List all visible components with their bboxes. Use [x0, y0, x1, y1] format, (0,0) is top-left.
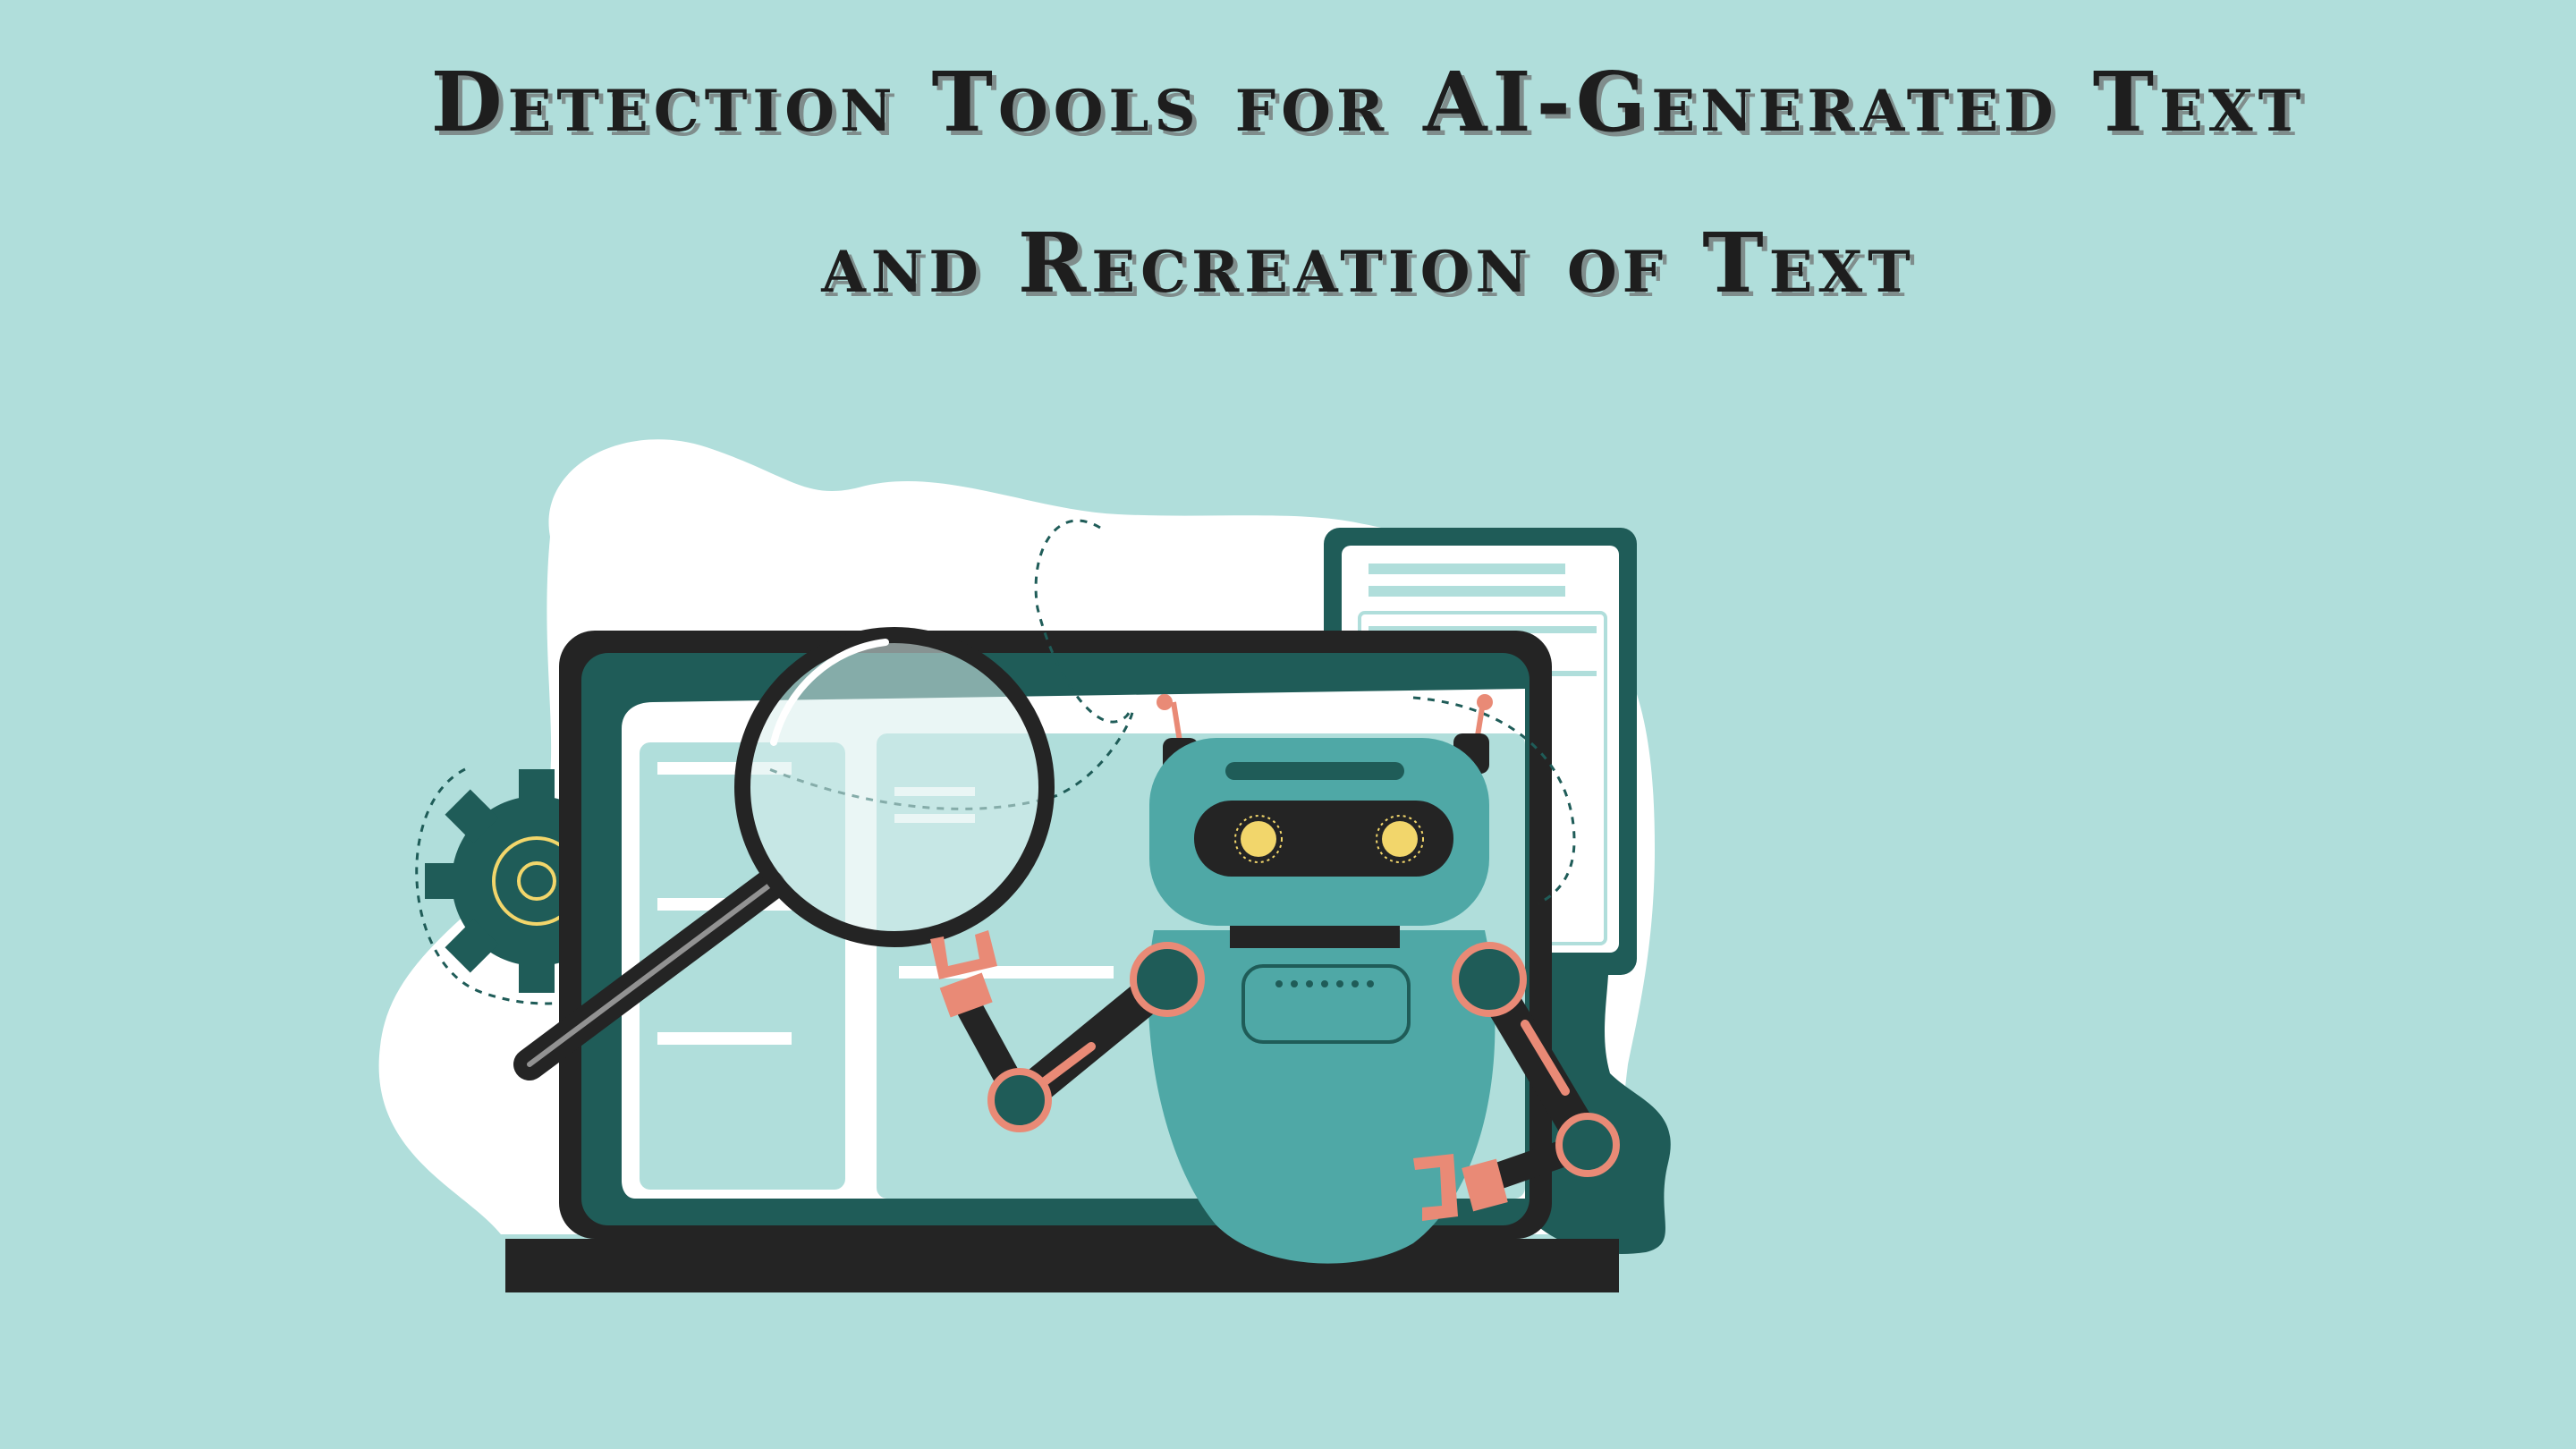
page: Detection Tools for AI-Generated Text an… [0, 0, 2576, 1449]
illustration [378, 439, 1671, 1292]
